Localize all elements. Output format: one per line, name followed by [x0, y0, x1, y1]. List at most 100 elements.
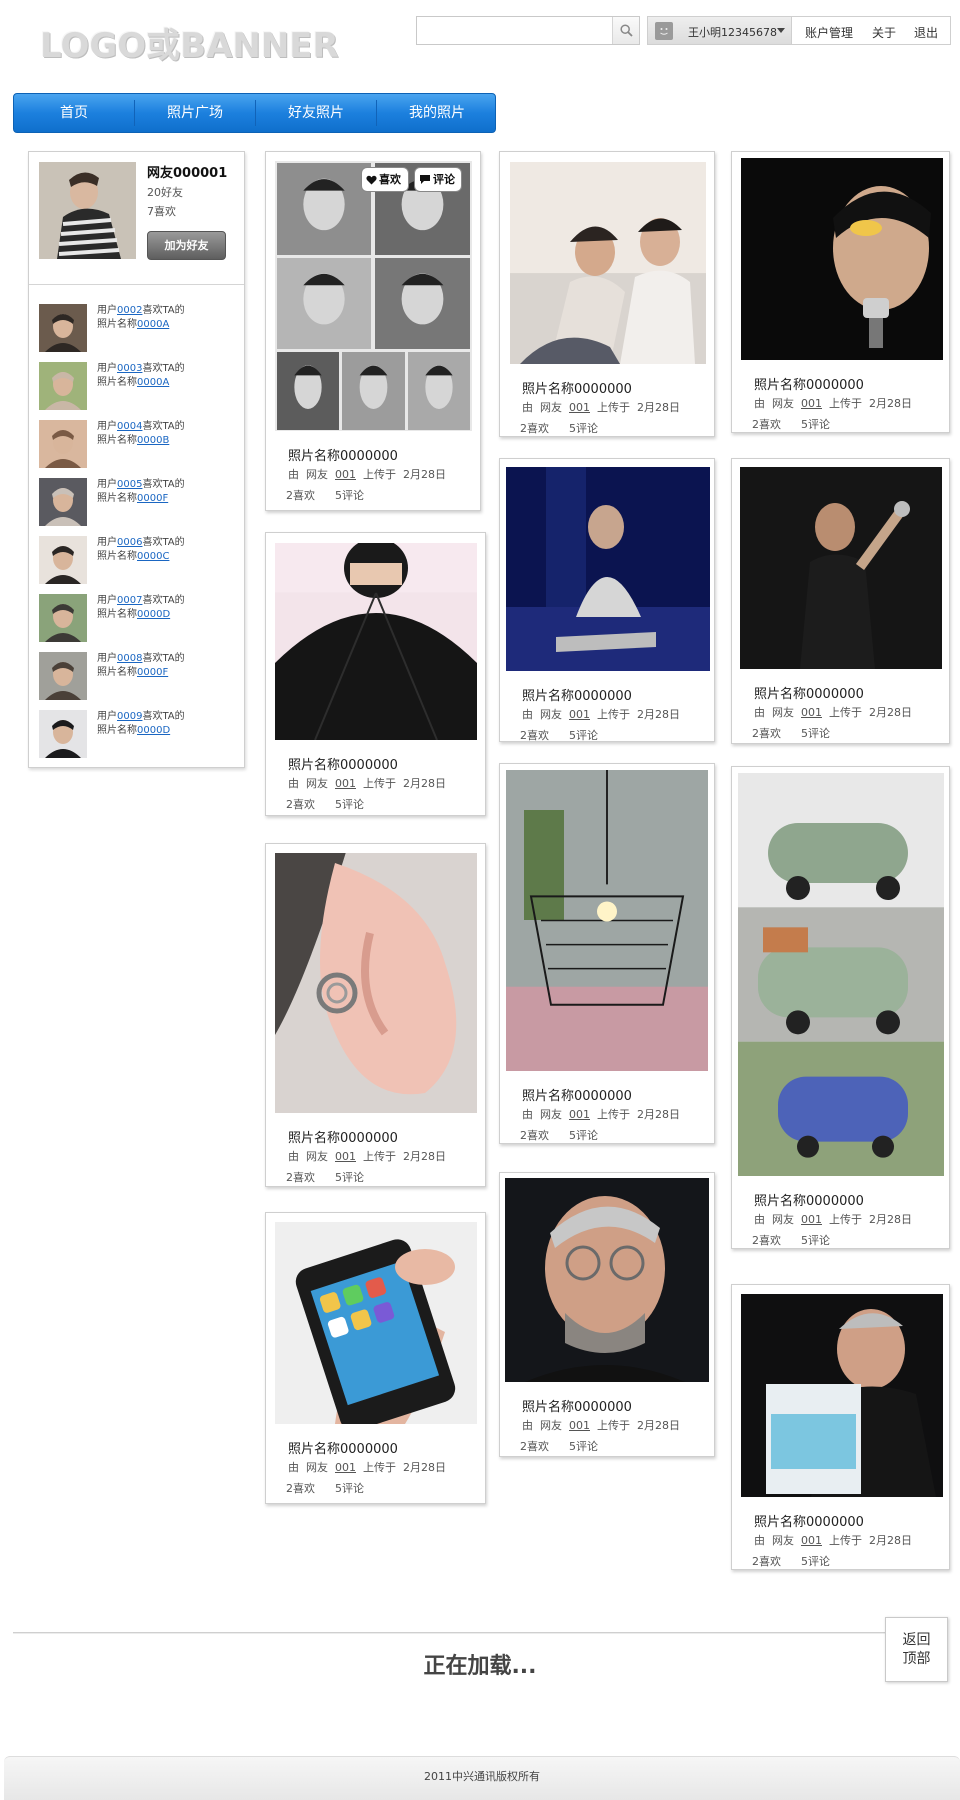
photo-image[interactable] [275, 853, 477, 1113]
activity-user-avatar[interactable] [39, 420, 87, 468]
activity-photo-link[interactable]: 0000D [137, 609, 170, 620]
photo-image[interactable] [738, 773, 944, 1176]
like-count[interactable]: 2喜欢 [752, 1234, 781, 1247]
comment-count[interactable]: 5评论 [569, 729, 598, 742]
like-count[interactable]: 2喜欢 [520, 1440, 549, 1453]
uploader-link[interactable]: 001 [335, 1150, 356, 1163]
photo-title[interactable]: 照片名称0000000 [288, 754, 398, 773]
photo-title[interactable]: 照片名称0000000 [288, 1127, 398, 1146]
account-settings-link[interactable]: 账户管理 [805, 24, 853, 41]
comment-count[interactable]: 5评论 [801, 418, 830, 431]
uploader-link[interactable]: 001 [335, 1461, 356, 1474]
comment-count[interactable]: 5评论 [335, 489, 364, 502]
uploader-link[interactable]: 001 [335, 468, 356, 481]
photo-title[interactable]: 照片名称0000000 [522, 1085, 632, 1104]
photo-title[interactable]: 照片名称0000000 [754, 374, 864, 393]
like-count[interactable]: 2喜欢 [520, 422, 549, 435]
activity-user-link[interactable]: 0009 [117, 711, 142, 722]
photo-title[interactable]: 照片名称0000000 [522, 685, 632, 704]
photo-image[interactable] [275, 543, 477, 740]
search-button[interactable] [612, 17, 639, 44]
photo-title[interactable]: 照片名称0000000 [754, 1190, 864, 1209]
activity-user-link[interactable]: 0008 [117, 653, 142, 664]
like-count[interactable]: 2喜欢 [286, 489, 315, 502]
activity-user-link[interactable]: 0004 [117, 421, 142, 432]
activity-user-link[interactable]: 0003 [117, 363, 142, 374]
like-count[interactable]: 2喜欢 [752, 1555, 781, 1568]
uploader-link[interactable]: 001 [569, 708, 590, 721]
photo-image[interactable] [506, 770, 708, 1071]
activity-photo-link[interactable]: 0000F [137, 493, 168, 504]
activity-user-link[interactable]: 0002 [117, 305, 142, 316]
activity-user-avatar[interactable] [39, 478, 87, 526]
photo-stats: 2喜欢 5评论 [752, 725, 850, 741]
photo-title[interactable]: 照片名称0000000 [522, 1396, 632, 1415]
like-count[interactable]: 2喜欢 [752, 727, 781, 740]
like-count[interactable]: 2喜欢 [286, 1171, 315, 1184]
photo-image[interactable] [506, 467, 710, 671]
activity-photo-link[interactable]: 0000A [137, 377, 169, 388]
like-count[interactable]: 2喜欢 [520, 729, 549, 742]
activity-user-avatar[interactable] [39, 536, 87, 584]
comment-count[interactable]: 5评论 [569, 1440, 598, 1453]
tab-my-photos[interactable]: 我的照片 [377, 94, 497, 132]
comment-count[interactable]: 5评论 [801, 727, 830, 740]
activity-photo-link[interactable]: 0000F [137, 667, 168, 678]
photo-image[interactable] [275, 1222, 477, 1424]
photo-title[interactable]: 照片名称0000000 [522, 378, 632, 397]
add-friend-button[interactable]: 加为好友 [147, 231, 226, 260]
like-count[interactable]: 2喜欢 [286, 798, 315, 811]
comment-count[interactable]: 5评论 [335, 1171, 364, 1184]
uploader-link[interactable]: 001 [335, 777, 356, 790]
photo-title[interactable]: 照片名称0000000 [288, 1438, 398, 1457]
photo-image[interactable] [510, 162, 706, 364]
like-count[interactable]: 2喜欢 [752, 418, 781, 431]
activity-user-avatar[interactable] [39, 362, 87, 410]
activity-user-avatar[interactable] [39, 710, 87, 758]
uploader-link[interactable]: 001 [801, 706, 822, 719]
uploader-link[interactable]: 001 [801, 1213, 822, 1226]
uploader-link[interactable]: 001 [569, 1419, 590, 1432]
activity-photo-link[interactable]: 0000A [137, 319, 169, 330]
tab-home[interactable]: 首页 [14, 94, 134, 132]
like-button[interactable]: 喜欢 [361, 167, 409, 192]
comment-button[interactable]: 评论 [414, 167, 462, 192]
search-input[interactable] [417, 17, 613, 44]
uploader-link[interactable]: 001 [569, 401, 590, 414]
activity-user-avatar[interactable] [39, 652, 87, 700]
uploader-link[interactable]: 001 [801, 1534, 822, 1547]
activity-user-link[interactable]: 0005 [117, 479, 142, 490]
photo-image[interactable] [505, 1178, 709, 1382]
comment-count[interactable]: 5评论 [801, 1234, 830, 1247]
photo-image[interactable] [740, 467, 942, 669]
comment-count[interactable]: 5评论 [335, 1482, 364, 1495]
comment-count[interactable]: 5评论 [569, 1129, 598, 1142]
activity-user-link[interactable]: 0006 [117, 537, 142, 548]
like-count[interactable]: 2喜欢 [520, 1129, 549, 1142]
photo-title[interactable]: 照片名称0000000 [754, 683, 864, 702]
avatar[interactable] [39, 162, 136, 259]
comment-count[interactable]: 5评论 [335, 798, 364, 811]
logout-link[interactable]: 退出 [914, 24, 938, 41]
like-count[interactable]: 2喜欢 [286, 1482, 315, 1495]
uploader-link[interactable]: 001 [569, 1108, 590, 1121]
activity-user-avatar[interactable] [39, 304, 87, 352]
photo-title[interactable]: 照片名称0000000 [288, 445, 398, 464]
activity-user-avatar[interactable] [39, 594, 87, 642]
comment-count[interactable]: 5评论 [569, 422, 598, 435]
about-link[interactable]: 关于 [872, 24, 896, 41]
uploader-link[interactable]: 001 [801, 397, 822, 410]
photo-title[interactable]: 照片名称0000000 [754, 1511, 864, 1530]
activity-photo-link[interactable]: 0000C [137, 551, 169, 562]
user-menu[interactable]: 王小明12345678 [648, 17, 792, 44]
activity-user-link[interactable]: 0007 [117, 595, 142, 606]
photo-image[interactable] [741, 158, 943, 360]
tab-friend-photos[interactable]: 好友照片 [256, 94, 376, 132]
back-to-top-button[interactable]: 返回 顶部 [885, 1617, 948, 1682]
activity-photo-link[interactable]: 0000D [137, 725, 170, 736]
tab-photo-square[interactable]: 照片广场 [135, 94, 255, 132]
photo-image[interactable] [275, 161, 472, 431]
activity-photo-link[interactable]: 0000B [137, 435, 169, 446]
comment-count[interactable]: 5评论 [801, 1555, 830, 1568]
photo-image[interactable] [741, 1294, 943, 1497]
